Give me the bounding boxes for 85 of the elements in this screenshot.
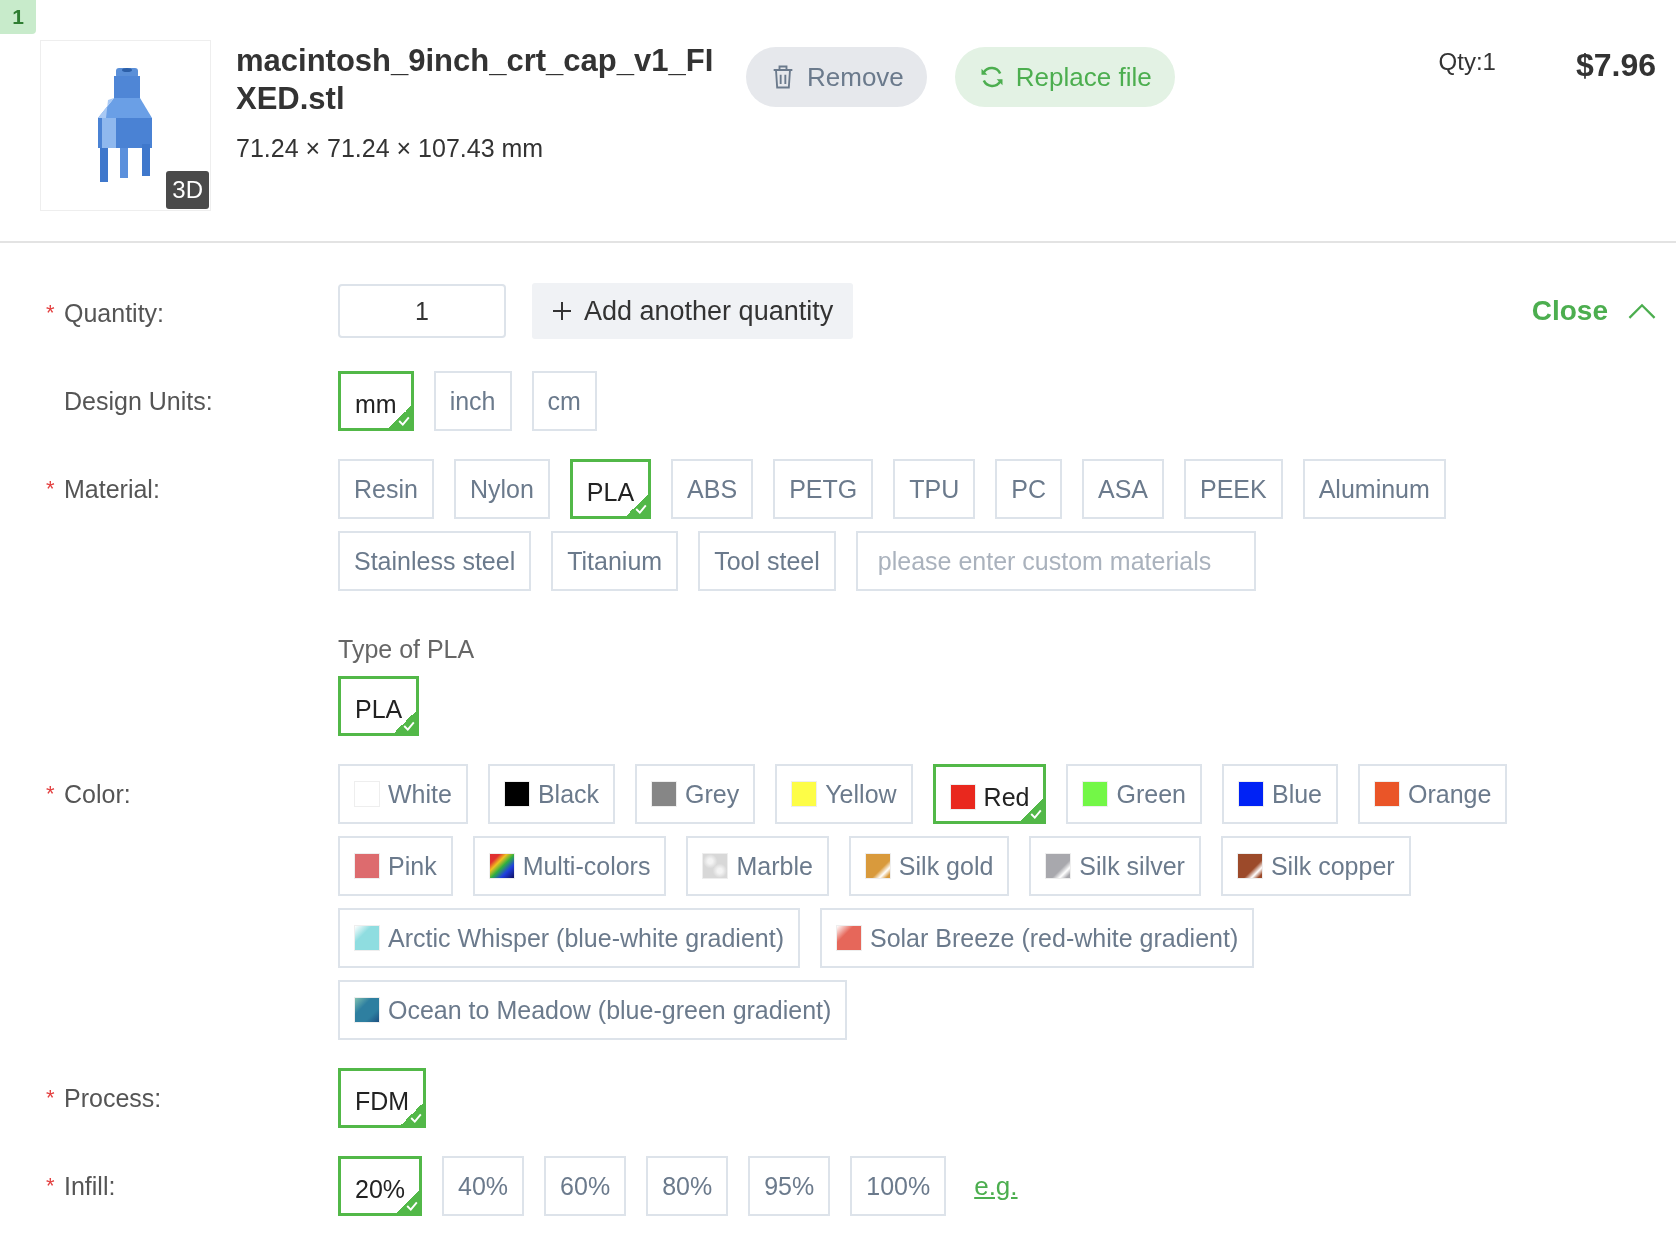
option-chip[interactable]: Aluminum	[1302, 459, 1446, 519]
color-option[interactable]: Grey	[635, 764, 756, 824]
option-chip[interactable]: PLA	[569, 459, 652, 519]
example-link[interactable]: e.g.	[974, 1170, 1018, 1202]
close-button[interactable]: Close	[1531, 295, 1656, 327]
item-number-badge: 1	[0, 0, 36, 34]
color-option[interactable]: Red	[932, 764, 1047, 824]
color-swatch	[1236, 853, 1263, 879]
option-chip[interactable]: 60%	[544, 1156, 627, 1216]
option-chip[interactable]: 95%	[748, 1156, 831, 1216]
chevron-up-icon	[1628, 303, 1656, 319]
replace-file-button[interactable]: Replace file	[954, 47, 1175, 107]
color-option[interactable]: Pink	[338, 836, 453, 896]
option-chip[interactable]: PC	[995, 459, 1062, 519]
color-swatch	[651, 781, 678, 807]
color-swatch	[354, 925, 380, 951]
color-swatch	[702, 853, 729, 879]
option-chip[interactable]: inch	[433, 371, 512, 431]
option-chip[interactable]: PLA	[338, 676, 420, 736]
option-chip[interactable]: Stainless steel	[338, 531, 532, 591]
option-chip[interactable]: 100%	[850, 1156, 947, 1216]
add-quantity-button[interactable]: Add another quantity	[532, 283, 854, 339]
color-option[interactable]: Orange	[1358, 764, 1508, 824]
color-swatch	[354, 997, 380, 1023]
color-option[interactable]: Silk silver	[1029, 836, 1201, 896]
color-option[interactable]: Black	[487, 764, 616, 824]
option-chip[interactable]: ASA	[1081, 459, 1164, 519]
color-swatch	[836, 925, 862, 951]
plus-icon	[552, 301, 572, 321]
option-chip[interactable]: Tool steel	[698, 531, 836, 591]
required-mark: *	[46, 1085, 56, 1111]
color-swatch	[949, 784, 976, 810]
quantity-summary: Qty:1	[1438, 48, 1496, 76]
color-swatch	[1374, 781, 1400, 807]
required-mark: *	[46, 476, 56, 502]
color-swatch	[488, 853, 515, 879]
color-option[interactable]: Marble	[686, 836, 829, 896]
color-option[interactable]: Green	[1066, 764, 1202, 824]
quantity-field[interactable]: 1	[338, 284, 506, 338]
color-swatch	[864, 853, 891, 879]
color-option[interactable]: Solar Breeze (red-white gradient)	[820, 908, 1255, 968]
option-chip[interactable]: cm	[531, 371, 597, 431]
custom-material-field[interactable]: please enter custom materials	[855, 531, 1256, 591]
color-option[interactable]: Blue	[1221, 764, 1338, 824]
option-chip[interactable]: ABS	[671, 459, 754, 519]
field-label: Color:	[64, 779, 131, 809]
color-swatch	[503, 781, 530, 807]
color-swatch	[1045, 853, 1072, 879]
color-swatch	[1237, 781, 1264, 807]
option-chip[interactable]: 40%	[442, 1156, 525, 1216]
color-option[interactable]: Silk gold	[848, 836, 1010, 896]
color-option[interactable]: Multi-colors	[472, 836, 667, 896]
model-dimensions: 71.24 × 71.24 × 107.43 mm	[236, 134, 545, 163]
option-chip[interactable]: Nylon	[453, 459, 550, 519]
color-option[interactable]: White	[338, 764, 468, 824]
option-chip[interactable]: Titanium	[551, 531, 679, 591]
field-label: Quantity:	[64, 298, 165, 328]
color-swatch	[791, 781, 818, 807]
color-option[interactable]: Silk copper	[1220, 836, 1411, 896]
color-swatch	[354, 853, 380, 879]
required-mark: *	[46, 1173, 56, 1199]
color-option[interactable]: Yellow	[775, 764, 913, 824]
file-name: macintosh_9inch_crt_cap_v1_FIXED.stl	[236, 42, 715, 118]
field-label: Material:	[64, 474, 160, 504]
color-option[interactable]: Arctic Whisper (blue-white gradient)	[338, 908, 800, 968]
required-mark: *	[46, 781, 56, 807]
model-thumbnail[interactable]: 3D	[40, 40, 211, 211]
option-chip[interactable]: PEEK	[1184, 459, 1283, 519]
option-chip[interactable]: mm	[338, 371, 414, 431]
view-3d-badge[interactable]: 3D	[166, 171, 209, 209]
required-mark: *	[46, 300, 56, 326]
field-label: Infill:	[64, 1171, 116, 1201]
option-chip[interactable]: PETG	[773, 459, 874, 519]
field-label: Process:	[64, 1083, 162, 1113]
option-chip[interactable]: 20%	[338, 1156, 423, 1216]
price: $7.96	[1575, 47, 1656, 84]
material-type-label: Type of PLA	[338, 635, 475, 664]
option-chip[interactable]: FDM	[338, 1068, 427, 1128]
remove-button[interactable]: Remove	[746, 47, 927, 107]
option-chip[interactable]: Resin	[338, 459, 434, 519]
field-label: Design Units:	[64, 386, 213, 416]
color-swatch	[1082, 781, 1109, 807]
color-option[interactable]: Ocean to Meadow (blue-green gradient)	[338, 980, 848, 1040]
option-chip[interactable]: 80%	[646, 1156, 729, 1216]
option-chip[interactable]: TPU	[893, 459, 976, 519]
